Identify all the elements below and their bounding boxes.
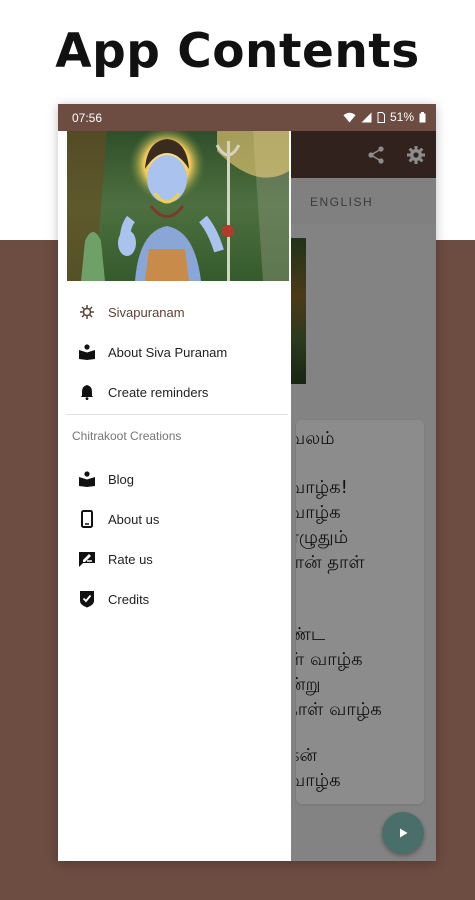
- shiva-illustration: [67, 131, 289, 281]
- book-reader-icon: [76, 468, 98, 490]
- menu-item-label: Sivapuranam: [108, 304, 185, 320]
- menu-item-blog[interactable]: Blog: [58, 459, 291, 499]
- menu-item-sivapuranam[interactable]: Sivapuranam: [58, 292, 291, 332]
- battery-percent: 51%: [389, 110, 414, 124]
- page-headline: App Contents: [55, 24, 420, 79]
- drawer-header-image: [67, 131, 289, 281]
- menu-item-about-siva-puranam[interactable]: About Siva Puranam: [58, 332, 291, 372]
- menu-item-label: Create reminders: [108, 384, 209, 400]
- menu-item-label: Blog: [108, 471, 135, 487]
- rate-review-icon: [76, 548, 98, 570]
- menu-item-rate-us[interactable]: Rate us: [58, 539, 291, 579]
- menu-item-about-us[interactable]: About us: [58, 499, 291, 539]
- sim-icon: [377, 111, 385, 123]
- wifi-icon: [343, 112, 356, 122]
- section-title: Chitrakoot Creations: [72, 429, 182, 443]
- menu-item-create-reminders[interactable]: Create reminders: [58, 372, 291, 412]
- navigation-drawer: Sivapuranam About Siva Puranam Create re…: [58, 131, 291, 861]
- phone-icon: [76, 508, 98, 530]
- menu-item-label: About us: [108, 511, 160, 527]
- bell-icon: [76, 381, 98, 403]
- status-time: 07:56: [72, 111, 103, 125]
- menu-item-label: Rate us: [108, 551, 153, 567]
- play-icon: [400, 828, 408, 838]
- play-button[interactable]: [382, 812, 424, 854]
- status-bar: 07:56 51%: [58, 104, 436, 131]
- menu-item-label: Credits: [108, 591, 150, 607]
- status-icons: 51%: [343, 110, 426, 124]
- verified-shield-icon: [76, 588, 98, 610]
- menu-divider: [66, 414, 288, 415]
- menu-item-credits[interactable]: Credits: [58, 579, 291, 619]
- signal-icon: [361, 112, 372, 122]
- phone-screen: 07:56 51% ENGLISH வலம் வாழ்க! வாழ்க பொழு…: [58, 104, 436, 861]
- menu-item-label: About Siva Puranam: [108, 344, 228, 360]
- book-reader-icon: [76, 341, 98, 363]
- flower-ornament-icon: [76, 301, 98, 323]
- battery-icon: [419, 111, 426, 122]
